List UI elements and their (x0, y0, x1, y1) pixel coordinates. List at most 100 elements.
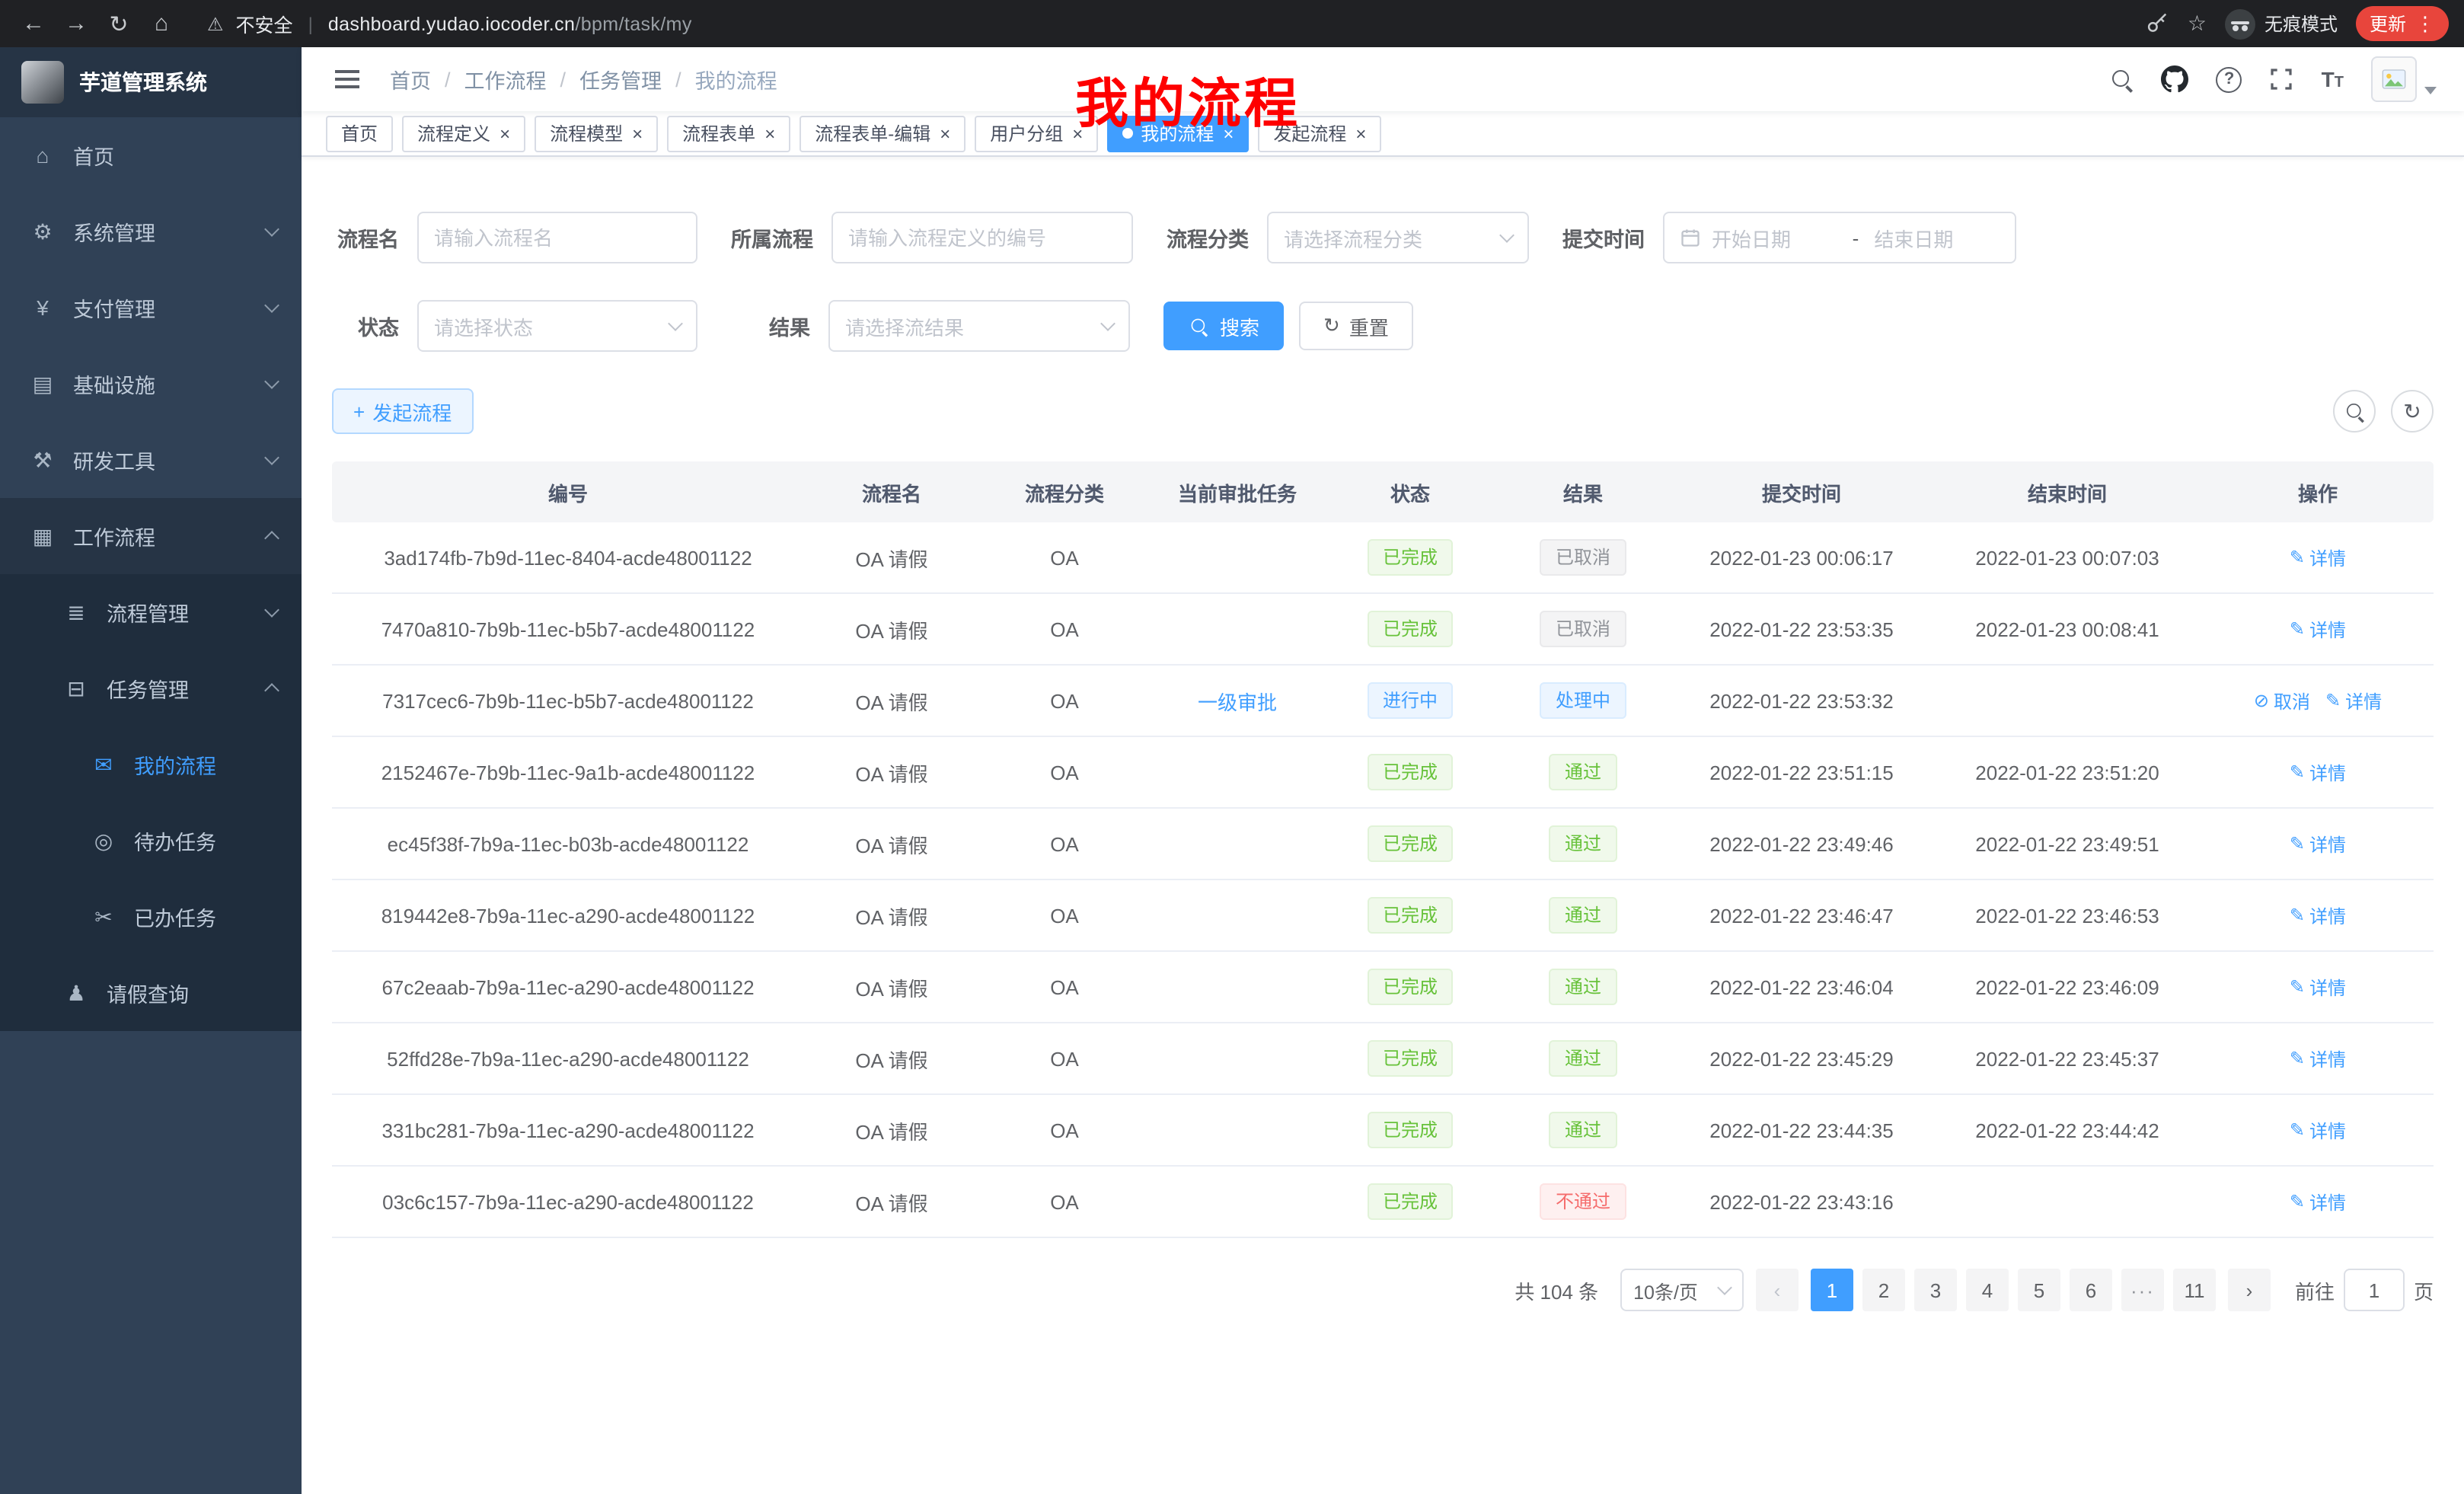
current-task-link[interactable]: 一级审批 (1198, 691, 1277, 713)
sidebar-item-leave-query[interactable]: ♟请假查询 (0, 955, 302, 1031)
key-icon[interactable] (2146, 12, 2169, 35)
update-button[interactable]: 更新 ⋮ (2356, 6, 2449, 41)
search-button[interactable]: 搜索 (1163, 302, 1284, 350)
user-avatar[interactable] (2371, 56, 2437, 102)
menu-kebab-icon[interactable]: ⋮ (2415, 11, 2435, 36)
home-icon: ⌂ (27, 143, 58, 168)
sidebar-item-label: 基础设施 (73, 369, 155, 399)
sidebar-item-done-tasks[interactable]: ✂已办任务 (0, 879, 302, 955)
category-select[interactable]: 请选择流程分类 (1267, 212, 1529, 263)
reset-button[interactable]: ↻ 重置 (1299, 302, 1413, 350)
help-icon[interactable]: ? (2217, 66, 2242, 92)
process-definition-input[interactable] (831, 212, 1133, 263)
show-search-button[interactable] (2333, 390, 2376, 433)
breadcrumb-item[interactable]: 首页 (390, 64, 431, 94)
sidebar-logo[interactable]: 芋道管理系统 (0, 47, 302, 117)
sidebar-item-dev-tools[interactable]: ⚒研发工具 (0, 422, 302, 498)
column-header: 编号 (332, 477, 804, 506)
detail-icon: ✎ (2290, 547, 2305, 568)
sidebar-item-my-process[interactable]: ✉我的流程 (0, 726, 302, 803)
sidebar-item-todo-tasks[interactable]: ◎待办任务 (0, 803, 302, 879)
github-icon[interactable] (2162, 65, 2189, 93)
sidebar-item-home[interactable]: ⌂首页 (0, 117, 302, 193)
next-page-button[interactable]: › (2228, 1269, 2271, 1311)
start-process-button[interactable]: + 发起流程 (332, 388, 473, 434)
prev-page-button[interactable]: ‹ (1756, 1269, 1799, 1311)
tab-process-form[interactable]: 流程表单× (667, 115, 790, 152)
sidebar-item-payment-management[interactable]: ¥支付管理 (0, 270, 302, 346)
cell-result: 通过 (1495, 825, 1671, 862)
detail-link[interactable]: ✎详情 (2290, 616, 2346, 642)
detail-link[interactable]: ✎详情 (2290, 974, 2346, 1000)
tab-start-process[interactable]: 发起流程× (1258, 115, 1381, 152)
page-button[interactable]: 6 (2070, 1269, 2112, 1311)
page-button[interactable]: 4 (1966, 1269, 2009, 1311)
sidebar-item-workflow[interactable]: ▦工作流程 (0, 498, 302, 574)
sidebar-toggle-icon[interactable] (329, 64, 365, 94)
detail-link[interactable]: ✎详情 (2290, 1189, 2346, 1215)
page-button[interactable]: 2 (1862, 1269, 1905, 1311)
close-tab-icon[interactable]: × (1355, 124, 1366, 142)
sidebar-item-task-management[interactable]: ⊟任务管理 (0, 650, 302, 726)
tab-my-process[interactable]: 我的流程× (1107, 115, 1249, 152)
back-icon[interactable]: ← (15, 5, 52, 42)
tab-label: 首页 (341, 120, 378, 146)
page-button[interactable]: 1 (1811, 1269, 1853, 1311)
start-process-label: 发起流程 (372, 397, 452, 426)
pagination-ellipsis[interactable]: ··· (2121, 1269, 2164, 1311)
tab-process-form-edit[interactable]: 流程表单-编辑× (800, 115, 965, 152)
search-icon[interactable] (2111, 68, 2134, 91)
goto-page-input[interactable] (2344, 1269, 2405, 1311)
goto-unit: 页 (2414, 1275, 2434, 1304)
detail-link[interactable]: ✎详情 (2290, 1117, 2346, 1143)
refresh-table-button[interactable]: ↻ (2391, 390, 2434, 433)
page-button[interactable]: 3 (1914, 1269, 1957, 1311)
detail-link[interactable]: ✎详情 (2290, 1045, 2346, 1071)
date-range-picker[interactable]: 开始日期 - 结束日期 (1663, 212, 2016, 263)
home-icon[interactable]: ⌂ (143, 5, 180, 42)
tab-home[interactable]: 首页 (326, 115, 393, 152)
update-label: 更新 (2370, 11, 2406, 37)
tab-process-definition[interactable]: 流程定义× (402, 115, 525, 152)
forward-icon[interactable]: → (58, 5, 94, 42)
url-text: dashboard.yudao.iocoder.cn/bpm/task/my (328, 13, 692, 34)
page-button[interactable]: 11 (2173, 1269, 2216, 1311)
detail-link[interactable]: ✎详情 (2290, 544, 2346, 570)
detail-link[interactable]: ✎详情 (2290, 831, 2346, 857)
page-size-select[interactable]: 10条/页 (1620, 1269, 1744, 1311)
sidebar-item-process-management[interactable]: ≣流程管理 (0, 574, 302, 650)
font-size-icon[interactable]: TT (2322, 67, 2344, 91)
tab-process-model[interactable]: 流程模型× (535, 115, 658, 152)
page-button[interactable]: 5 (2018, 1269, 2060, 1311)
detail-link[interactable]: ✎详情 (2290, 759, 2346, 785)
detail-link[interactable]: ✎详情 (2290, 902, 2346, 928)
close-tab-icon[interactable]: × (500, 124, 510, 142)
sidebar-item-system-management[interactable]: ⚙系统管理 (0, 193, 302, 270)
result-select[interactable]: 请选择流结果 (828, 300, 1130, 352)
fullscreen-icon[interactable] (2270, 67, 2294, 91)
close-tab-icon[interactable]: × (632, 124, 643, 142)
cell-id: 3ad174fb-7b9d-11ec-8404-acde48001122 (332, 546, 804, 569)
close-tab-icon[interactable]: × (764, 124, 775, 142)
close-tab-icon[interactable]: × (1072, 124, 1083, 142)
status-select[interactable]: 请选择状态 (417, 300, 697, 352)
cell-result: 通过 (1495, 969, 1671, 1005)
process-name-input-field[interactable] (434, 226, 681, 249)
sidebar-item-label: 我的流程 (134, 749, 216, 780)
tab-user-group[interactable]: 用户分组× (975, 115, 1098, 152)
breadcrumb-item[interactable]: 任务管理 (579, 64, 662, 94)
incognito-profile[interactable]: 无痕模式 (2225, 8, 2338, 39)
detail-link[interactable]: ✎详情 (2325, 688, 2382, 713)
sidebar-item-infrastructure[interactable]: ▤基础设施 (0, 346, 302, 422)
cell-result: 通过 (1495, 1040, 1671, 1077)
reload-icon[interactable]: ↻ (101, 5, 137, 42)
process-definition-input-field[interactable] (848, 226, 1116, 249)
close-tab-icon[interactable]: × (1223, 124, 1234, 142)
process-name-input[interactable] (417, 212, 697, 263)
cancel-link[interactable]: ⊘取消 (2254, 688, 2310, 713)
close-tab-icon[interactable]: × (940, 124, 950, 142)
bookmark-star-icon[interactable]: ☆ (2188, 11, 2207, 37)
status-tag: 已完成 (1368, 969, 1453, 1005)
address-bar[interactable]: ⚠ 不安全 | dashboard.yudao.iocoder.cn/bpm/t… (207, 9, 692, 38)
breadcrumb-item[interactable]: 工作流程 (464, 64, 547, 94)
